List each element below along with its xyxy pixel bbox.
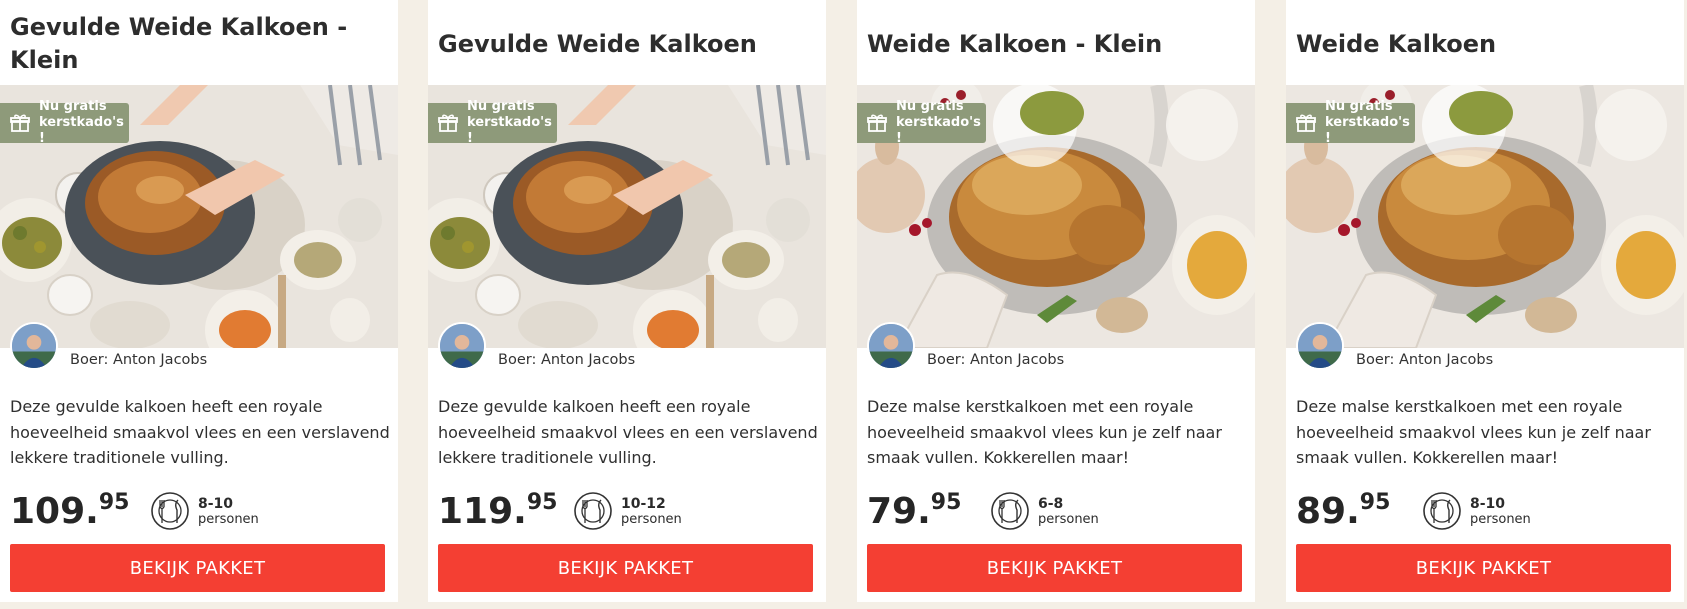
badge-line-2: kerstkado's ! (896, 115, 981, 146)
persons-info: 6-8 personen (1038, 496, 1099, 528)
cutlery-icon (150, 491, 190, 531)
product-card[interactable]: Gevulde Weide Kalkoen Nu gratis kerstkado… (428, 0, 826, 602)
product-title[interactable]: Gevulde Weide Kalkoen (438, 6, 810, 82)
product-card[interactable]: Gevulde Weide Kalkoen - Klein Nu gratis k… (0, 0, 398, 602)
product-description: Deze gevulde kalkoen heeft een royale ho… (438, 397, 818, 467)
price-cents: 95 (526, 490, 558, 515)
badge-line-2: kerstkado's ! (39, 115, 124, 146)
farmer-name: Boer: Anton Jacobs (1356, 352, 1494, 368)
badge-line-1: Nu gratis (39, 99, 107, 114)
price: 89.95 (1296, 488, 1390, 536)
badge-text: Nu gratis kerstkado's ! (467, 99, 557, 147)
bekijk-pakket-button[interactable]: BEKIJK PAKKET (10, 544, 385, 592)
price-dot: . (1346, 491, 1360, 532)
farmer-avatar (1296, 322, 1344, 370)
farmer-avatar (438, 322, 486, 370)
persons-info: 10-12 personen (621, 496, 682, 528)
persons-info: 8-10 personen (198, 496, 259, 528)
farmer-avatar (10, 322, 58, 370)
promo-badge: Nu gratis kerstkado's ! (428, 99, 557, 146)
bekijk-pakket-button[interactable]: BEKIJK PAKKET (1296, 544, 1671, 592)
persons-label: personen (1470, 512, 1531, 527)
price-euros: 119 (438, 491, 514, 532)
badge-line-2: kerstkado's ! (1325, 115, 1410, 146)
persons-label: personen (198, 512, 259, 527)
product-description: Deze malse kerstkalkoen met een royale h… (1296, 397, 1651, 467)
cutlery-icon (573, 491, 613, 531)
price-dot: . (85, 491, 99, 532)
price-euros: 79 (867, 491, 918, 532)
price: 119.95 (438, 488, 557, 536)
price-dot: . (917, 491, 931, 532)
gift-icon (438, 113, 458, 133)
gift-icon (10, 113, 30, 133)
price-euros: 109 (10, 491, 86, 532)
badge-line-1: Nu gratis (896, 99, 964, 114)
promo-badge: Nu gratis kerstkado's ! (0, 99, 129, 146)
badge-text: Nu gratis kerstkado's ! (39, 99, 129, 147)
gift-icon (1296, 113, 1316, 133)
price: 79.95 (867, 488, 961, 536)
persons-label: personen (621, 512, 682, 527)
price-dot: . (513, 491, 527, 532)
product-title[interactable]: Gevulde Weide Kalkoen - Klein (10, 6, 382, 82)
promo-badge: Nu gratis kerstkado's ! (857, 99, 986, 146)
farmer-name: Boer: Anton Jacobs (927, 352, 1065, 368)
persons-label: personen (1038, 512, 1099, 527)
price: 109.95 (10, 488, 129, 536)
farmer-avatar (867, 322, 915, 370)
gift-icon (867, 113, 887, 133)
price-cents: 95 (930, 490, 962, 515)
product-title[interactable]: Weide Kalkoen (1296, 6, 1668, 82)
bekijk-pakket-button[interactable]: BEKIJK PAKKET (438, 544, 813, 592)
product-title[interactable]: Weide Kalkoen - Klein (867, 6, 1239, 82)
product-description: Deze gevulde kalkoen heeft een royale ho… (10, 397, 390, 467)
promo-badge: Nu gratis kerstkado's ! (1286, 99, 1415, 146)
persons-range: 10-12 (621, 496, 666, 512)
badge-line-2: kerstkado's ! (467, 115, 552, 146)
persons-info: 8-10 personen (1470, 496, 1531, 528)
persons-range: 8-10 (198, 496, 234, 512)
price-cents: 95 (1359, 490, 1391, 515)
product-card[interactable]: Weide Kalkoen Nu gratis kerstkado's ! Boe… (1286, 0, 1684, 602)
badge-text: Nu gratis kerstkado's ! (1325, 99, 1415, 147)
farmer-name: Boer: Anton Jacobs (498, 352, 636, 368)
price-euros: 89 (1296, 491, 1347, 532)
persons-range: 8-10 (1470, 496, 1506, 512)
farmer-name: Boer: Anton Jacobs (70, 352, 208, 368)
price-cents: 95 (98, 490, 130, 515)
badge-line-1: Nu gratis (1325, 99, 1393, 114)
badge-line-1: Nu gratis (467, 99, 535, 114)
persons-range: 6-8 (1038, 496, 1064, 512)
cutlery-icon (1422, 491, 1462, 531)
badge-text: Nu gratis kerstkado's ! (896, 99, 986, 147)
bekijk-pakket-button[interactable]: BEKIJK PAKKET (867, 544, 1242, 592)
product-card[interactable]: Weide Kalkoen - Klein Nu gratis kerstkado… (857, 0, 1255, 602)
product-description: Deze malse kerstkalkoen met een royale h… (867, 397, 1222, 467)
cutlery-icon (990, 491, 1030, 531)
